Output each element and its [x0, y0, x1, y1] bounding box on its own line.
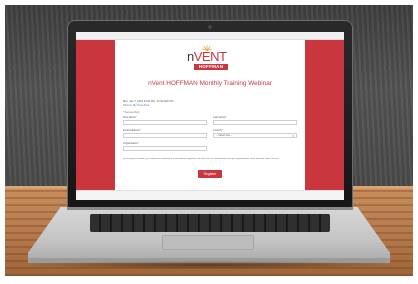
laptop-screen: nVENT HOFFMAN nVent HOFFMAN Monthly Trai… [76, 32, 344, 200]
country-select[interactable]: -- Select One -- ▾ [213, 133, 297, 138]
country-select-value: -- Select One -- [216, 134, 233, 137]
laptop-keyboard [90, 214, 330, 232]
email-field[interactable] [123, 133, 207, 138]
last-name-field[interactable] [213, 120, 297, 125]
organization-field[interactable] [123, 146, 207, 151]
first-name-field[interactable] [123, 120, 207, 125]
time-zone-link[interactable]: Show in My Time Zone [123, 104, 149, 107]
consent-text: By clicking this button, you submit your… [123, 158, 280, 160]
page-title: nVent HOFFMAN Monthly Training Webinar [148, 80, 272, 87]
required-note: * Required field [123, 111, 140, 114]
country-label: Country* [213, 129, 224, 132]
email-label: Email Address* [123, 129, 141, 132]
logo-sub-brand: HOFFMAN [194, 64, 228, 70]
page-side-band-right [305, 40, 344, 190]
first-name-label: First Name* [123, 116, 137, 119]
register-button[interactable]: Register [198, 170, 222, 178]
page-footer-bar [76, 190, 344, 200]
nvent-hoffman-logo: nVENT HOFFMAN [182, 45, 238, 75]
last-name-label: Last Name* [213, 116, 227, 119]
logo-wordmark: nVENT [187, 49, 227, 64]
laptop-hinge [67, 207, 353, 210]
laptop-trackpad [162, 235, 254, 250]
event-datetime: Mon, Jan 7, 2019 10:00 AM - 11:00 AM CST [123, 100, 174, 103]
laptop-shadow [20, 261, 398, 269]
chevron-down-icon: ▾ [292, 134, 294, 138]
laptop-lid: nVENT HOFFMAN nVent HOFFMAN Monthly Trai… [67, 20, 353, 208]
page-side-band-left [76, 40, 115, 190]
browser-top-bar [76, 32, 344, 40]
registration-panel: nVENT HOFFMAN nVent HOFFMAN Monthly Trai… [115, 40, 305, 190]
organization-label: Organization* [123, 142, 139, 145]
webcam-icon [208, 25, 212, 29]
